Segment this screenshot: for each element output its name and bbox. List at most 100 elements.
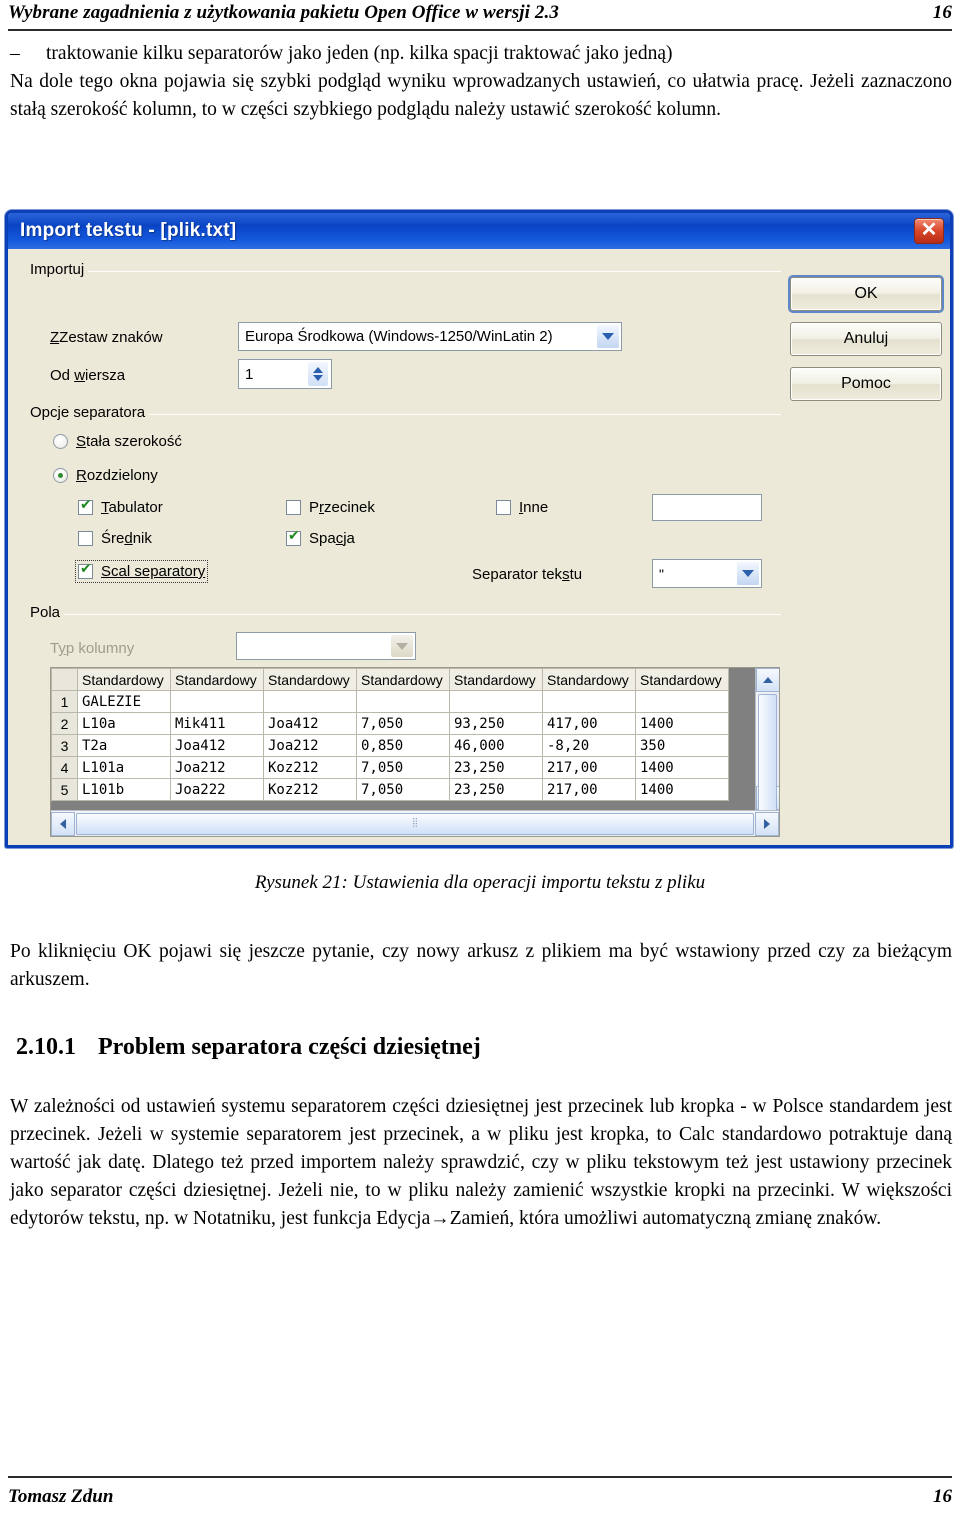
- chevron-down-icon[interactable]: [737, 562, 759, 585]
- close-icon[interactable]: ✕: [914, 218, 944, 244]
- checkbox-semicolon-label: Średnik: [101, 530, 152, 547]
- checkbox-comma[interactable]: Przecinek: [286, 499, 375, 516]
- column-header[interactable]: Standardowy: [449, 668, 543, 691]
- grid-cell: L101a: [77, 756, 171, 779]
- grid-cell: Mik411: [170, 712, 264, 735]
- checkbox-icon-unchecked: [78, 531, 93, 546]
- checkbox-icon-unchecked: [496, 500, 511, 515]
- section-title: Problem separatora części dziesiętnej: [98, 1034, 481, 1060]
- row-number: 4: [51, 756, 78, 779]
- vertical-scroll-thumb[interactable]: [758, 694, 777, 814]
- group-separator-options: Opcje separatora: [26, 404, 781, 421]
- scroll-left-icon[interactable]: [51, 811, 75, 836]
- radio-icon-selected: [53, 468, 68, 483]
- preview-table: Standardowy Standardowy Standardowy Stan…: [51, 668, 729, 801]
- column-header[interactable]: Standardowy: [170, 668, 264, 691]
- table-row: 3 T2a Joa412 Joa212 0,850 46,000 -8,20 3…: [51, 734, 729, 757]
- dialog-body: Importuj ZZestaw znakówZestaw znaków Eur…: [8, 249, 950, 849]
- grid-cell: [542, 690, 636, 713]
- grid-cell: [356, 690, 450, 713]
- grid-cell: [170, 690, 264, 713]
- checkbox-tab[interactable]: Tabulator: [78, 497, 163, 516]
- grid-cell: 7,050: [356, 778, 450, 801]
- row-number: 2: [51, 712, 78, 735]
- bullet-item: – traktowanie kilku separatorów jako jed…: [10, 40, 952, 68]
- fromrow-spinner[interactable]: 1: [238, 359, 332, 389]
- column-type-combo[interactable]: [236, 632, 416, 660]
- header-page-number: 16: [932, 2, 952, 23]
- grid-cell: Joa212: [263, 734, 357, 757]
- column-header[interactable]: Standardowy: [263, 668, 357, 691]
- dialog-title-bar[interactable]: Import tekstu - [plik.txt] ✕: [8, 213, 950, 249]
- grid-cell: 1400: [635, 778, 729, 801]
- bullet-dash: –: [10, 43, 20, 64]
- spinner-arrows-icon[interactable]: [308, 362, 328, 386]
- charset-label: ZZestaw znakówZestaw znaków: [50, 329, 163, 346]
- column-header[interactable]: Standardowy: [356, 668, 450, 691]
- checkbox-tab-label: Tabulator: [101, 499, 163, 516]
- group-fields-line: [26, 614, 781, 615]
- grid-cell: GALEZIE: [77, 690, 171, 713]
- after-figure-paragraph: Po kliknięciu OK pojawi się jeszcze pyta…: [10, 941, 952, 990]
- table-row: 5 L101b Joa222 Koz212 7,050 23,250 217,0…: [51, 778, 729, 801]
- charset-combo[interactable]: Europa Środkowa (Windows-1250/WinLatin 2…: [238, 322, 622, 351]
- preview-horizontal-scrollbar[interactable]: ⦙⦙: [51, 810, 779, 836]
- grid-cell: [449, 690, 543, 713]
- column-header[interactable]: Standardowy: [542, 668, 636, 691]
- column-header[interactable]: Standardowy: [635, 668, 729, 691]
- grid-corner-cell: [51, 668, 78, 691]
- group-import-line: [26, 271, 781, 272]
- scroll-up-icon[interactable]: [756, 668, 779, 692]
- group-separator-label: Opcje separatora: [26, 404, 150, 421]
- checkbox-space[interactable]: Spacja: [286, 528, 355, 547]
- help-button[interactable]: Pomoc: [790, 367, 942, 401]
- scroll-right-icon[interactable]: [755, 811, 779, 836]
- row-number: 3: [51, 734, 78, 757]
- grid-cell: Koz212: [263, 778, 357, 801]
- cancel-button[interactable]: Anuluj: [790, 322, 942, 356]
- column-type-label: Typ kolumny: [50, 640, 135, 657]
- chevron-down-icon[interactable]: [597, 325, 619, 348]
- radio-icon-unselected: [53, 434, 68, 449]
- grid-cell: 350: [635, 734, 729, 757]
- bullet-label: traktowanie kilku separatorów jako jeden…: [46, 43, 673, 64]
- table-row: 1 GALEZIE: [51, 690, 729, 713]
- grid-cell: 7,050: [356, 712, 450, 735]
- text-separator-combo[interactable]: ": [652, 559, 762, 588]
- preview-vertical-scrollbar[interactable]: [755, 668, 779, 814]
- checkbox-merge-separators[interactable]: Scal separatory: [74, 560, 209, 583]
- page-footer: Tomasz Zdun 16: [8, 1476, 952, 1508]
- intro-text-block: – traktowanie kilku separatorów jako jed…: [10, 40, 952, 124]
- preview-grid[interactable]: Standardowy Standardowy Standardowy Stan…: [50, 667, 780, 837]
- group-import: Importuj: [26, 261, 781, 278]
- table-header-row: Standardowy Standardowy Standardowy Stan…: [51, 668, 729, 691]
- column-header[interactable]: Standardowy: [77, 668, 171, 691]
- fromrow-value: 1: [245, 365, 254, 383]
- footer-divider: [8, 1476, 952, 1478]
- row-number: 5: [51, 778, 78, 801]
- section-heading: 2.10.1 Problem separatora części dziesię…: [16, 1034, 946, 1061]
- header-divider: [8, 29, 952, 31]
- dialog-title: Import tekstu - [plik.txt]: [20, 220, 237, 241]
- checkbox-icon-unchecked: [286, 500, 301, 515]
- grid-cell: 217,00: [542, 756, 636, 779]
- section-number: 2.10.1: [16, 1034, 76, 1060]
- checkbox-other[interactable]: Inne: [496, 499, 548, 516]
- other-separator-input[interactable]: [652, 494, 762, 521]
- horizontal-scroll-thumb[interactable]: ⦙⦙: [76, 812, 754, 835]
- radio-separated[interactable]: Rozdzielony: [53, 467, 158, 484]
- intro-paragraph: Na dole tego okna pojawia się szybki pod…: [10, 71, 952, 120]
- checkbox-comma-label: Przecinek: [309, 499, 375, 516]
- checkbox-semicolon[interactable]: Średnik: [78, 530, 152, 547]
- text-import-dialog: Import tekstu - [plik.txt] ✕ Importuj ZZ…: [5, 210, 953, 848]
- checkbox-icon-checked: [78, 561, 93, 579]
- fromrow-label: Od wiersza: [50, 367, 126, 384]
- header-title: Wybrane zagadnienia z użytkowania pakiet…: [8, 2, 559, 23]
- section-paragraph: W zależności od ustawień systemu separat…: [10, 1096, 952, 1229]
- ok-button[interactable]: OK: [790, 277, 942, 311]
- checkbox-space-label: Spacja: [309, 530, 355, 547]
- grid-cell: 93,250: [449, 712, 543, 735]
- grid-cell: L101b: [77, 778, 171, 801]
- grid-cell: Joa412: [170, 734, 264, 757]
- radio-fixed-width[interactable]: Stała szerokość: [53, 433, 182, 450]
